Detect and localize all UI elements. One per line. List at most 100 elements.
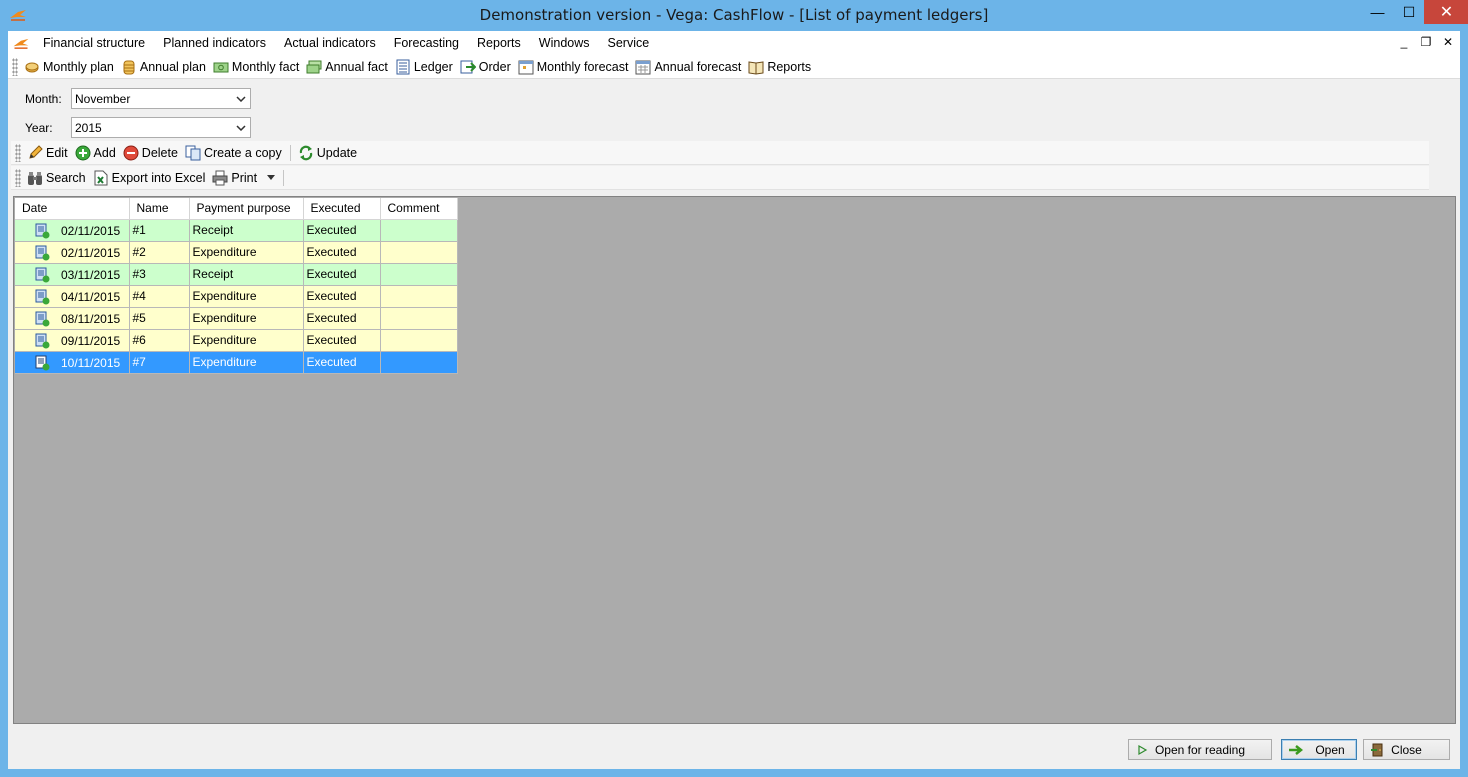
- table-row[interactable]: 04/11/2015 #4 Expenditure Executed: [15, 285, 458, 308]
- excel-export-icon: [94, 170, 108, 185]
- cell-comment: [380, 307, 458, 330]
- menu-financial-structure[interactable]: Financial structure: [34, 31, 154, 55]
- arrow-right-icon: [1289, 745, 1304, 755]
- table-row[interactable]: 09/11/2015 #6 Expenditure Executed: [15, 329, 458, 352]
- menu-planned-indicators[interactable]: Planned indicators: [154, 31, 275, 55]
- printer-icon: [212, 170, 228, 185]
- cell-name: #5: [129, 307, 190, 330]
- annual-plan-button[interactable]: Annual plan: [118, 56, 210, 78]
- chevron-down-icon[interactable]: [235, 92, 247, 105]
- year-label: Year:: [25, 121, 53, 135]
- column-header-name[interactable]: Name: [129, 198, 190, 220]
- chevron-down-icon[interactable]: [235, 121, 247, 134]
- column-header-payment-purpose[interactable]: Payment purpose: [189, 198, 304, 220]
- ledger-icon: [396, 59, 410, 74]
- cell-executed: Executed: [303, 351, 381, 374]
- toolbar-grip[interactable]: [15, 168, 21, 187]
- app-window: Demonstration version - Vega: CashFlow -…: [0, 0, 1468, 777]
- dropdown-arrow-icon[interactable]: [267, 175, 276, 180]
- table-row[interactable]: 02/11/2015 #1 Receipt Executed: [15, 219, 458, 242]
- create-copy-button[interactable]: Create a copy: [182, 142, 286, 164]
- cell-payment-purpose: Receipt: [189, 219, 304, 242]
- document-icon: [35, 267, 50, 282]
- table-row[interactable]: 03/11/2015 #3 Receipt Executed: [15, 263, 458, 286]
- close-window-button[interactable]: ✕: [1424, 0, 1468, 24]
- calendar-year-icon: [635, 60, 651, 74]
- cell-executed: Executed: [303, 263, 381, 286]
- app-logo-icon: [13, 38, 29, 49]
- title-bar[interactable]: Demonstration version - Vega: CashFlow -…: [0, 0, 1468, 31]
- annual-forecast-button[interactable]: Annual forecast: [632, 56, 745, 78]
- cell-date: 03/11/2015: [61, 267, 121, 282]
- mdi-app-icon[interactable]: [8, 31, 34, 55]
- monthly-fact-button[interactable]: Monthly fact: [210, 56, 303, 78]
- mdi-minimize-button[interactable]: _: [1398, 35, 1410, 49]
- coins-icon: [25, 62, 39, 72]
- menu-actual-indicators[interactable]: Actual indicators: [275, 31, 385, 55]
- delete-button[interactable]: Delete: [120, 142, 182, 164]
- cell-date: 10/11/2015: [61, 355, 121, 370]
- monthly-plan-button[interactable]: Monthly plan: [21, 56, 118, 78]
- play-outline-icon: [1138, 744, 1148, 756]
- cell-payment-purpose: Receipt: [189, 263, 304, 286]
- ledger-table: Date Name Payment purpose Executed Comme…: [15, 198, 458, 374]
- cell-date: 09/11/2015: [61, 333, 121, 348]
- month-select[interactable]: November: [71, 88, 251, 109]
- menu-forecasting[interactable]: Forecasting: [385, 31, 468, 55]
- cell-date: 04/11/2015: [61, 289, 121, 304]
- table-row-selected[interactable]: 10/11/2015 #7 Expenditure Executed: [15, 351, 458, 374]
- coin-stack-icon: [123, 60, 135, 74]
- export-excel-button[interactable]: Export into Excel: [90, 167, 210, 189]
- cell-comment: [380, 351, 458, 374]
- column-header-comment[interactable]: Comment: [380, 198, 458, 220]
- mdi-close-button[interactable]: ✕: [1442, 35, 1454, 49]
- year-select[interactable]: 2015: [71, 117, 251, 138]
- table-row[interactable]: 08/11/2015 #5 Expenditure Executed: [15, 307, 458, 330]
- annual-fact-button[interactable]: Annual fact: [303, 56, 392, 78]
- ledger-grid[interactable]: Date Name Payment purpose Executed Comme…: [13, 196, 1456, 724]
- month-label: Month:: [25, 92, 62, 106]
- search-button[interactable]: Search: [24, 167, 90, 189]
- cell-name: #3: [129, 263, 190, 286]
- maximize-button[interactable]: ☐: [1394, 0, 1424, 24]
- order-arrow-icon: [460, 60, 476, 73]
- print-button[interactable]: Print: [209, 167, 279, 189]
- menu-windows[interactable]: Windows: [530, 31, 599, 55]
- minimize-button[interactable]: —: [1361, 0, 1394, 24]
- menu-reports[interactable]: Reports: [468, 31, 530, 55]
- update-button[interactable]: Update: [295, 142, 361, 164]
- order-button[interactable]: Order: [457, 56, 515, 78]
- search-toolbar: Search Export into Excel Print: [11, 166, 1429, 190]
- banknotes-icon: [306, 60, 322, 73]
- reports-button[interactable]: Reports: [745, 56, 815, 78]
- ledger-button[interactable]: Ledger: [392, 56, 457, 78]
- pencil-icon: [29, 144, 43, 159]
- monthly-forecast-button[interactable]: Monthly forecast: [515, 56, 633, 78]
- plus-circle-icon: [75, 145, 91, 160]
- toolbar-grip[interactable]: [12, 57, 18, 76]
- close-button[interactable]: Close: [1363, 739, 1450, 760]
- calendar-month-icon: [518, 60, 534, 74]
- book-icon: [748, 60, 764, 75]
- add-button[interactable]: Add: [72, 142, 120, 164]
- cell-comment: [380, 219, 458, 242]
- binoculars-icon: [28, 171, 42, 185]
- toolbar-grip[interactable]: [15, 143, 21, 162]
- mdi-restore-button[interactable]: ❐: [1420, 35, 1432, 49]
- cell-comment: [380, 329, 458, 352]
- open-for-reading-button[interactable]: Open for reading: [1128, 739, 1272, 760]
- open-button[interactable]: Open: [1281, 739, 1357, 760]
- column-header-executed[interactable]: Executed: [303, 198, 381, 220]
- cell-name: #4: [129, 285, 190, 308]
- copy-icon: [185, 145, 201, 160]
- table-row[interactable]: 02/11/2015 #2 Expenditure Executed: [15, 241, 458, 264]
- cell-date: 02/11/2015: [61, 223, 121, 238]
- menu-service[interactable]: Service: [599, 31, 659, 55]
- banknote-icon: [213, 62, 229, 72]
- cell-payment-purpose: Expenditure: [189, 241, 304, 264]
- window-title: Demonstration version - Vega: CashFlow -…: [479, 6, 989, 24]
- main-toolbar: Monthly plan Annual plan Monthly fact An…: [8, 55, 1460, 79]
- column-header-date[interactable]: Date: [15, 198, 130, 220]
- door-exit-icon: [1371, 743, 1383, 757]
- edit-button[interactable]: Edit: [24, 142, 72, 164]
